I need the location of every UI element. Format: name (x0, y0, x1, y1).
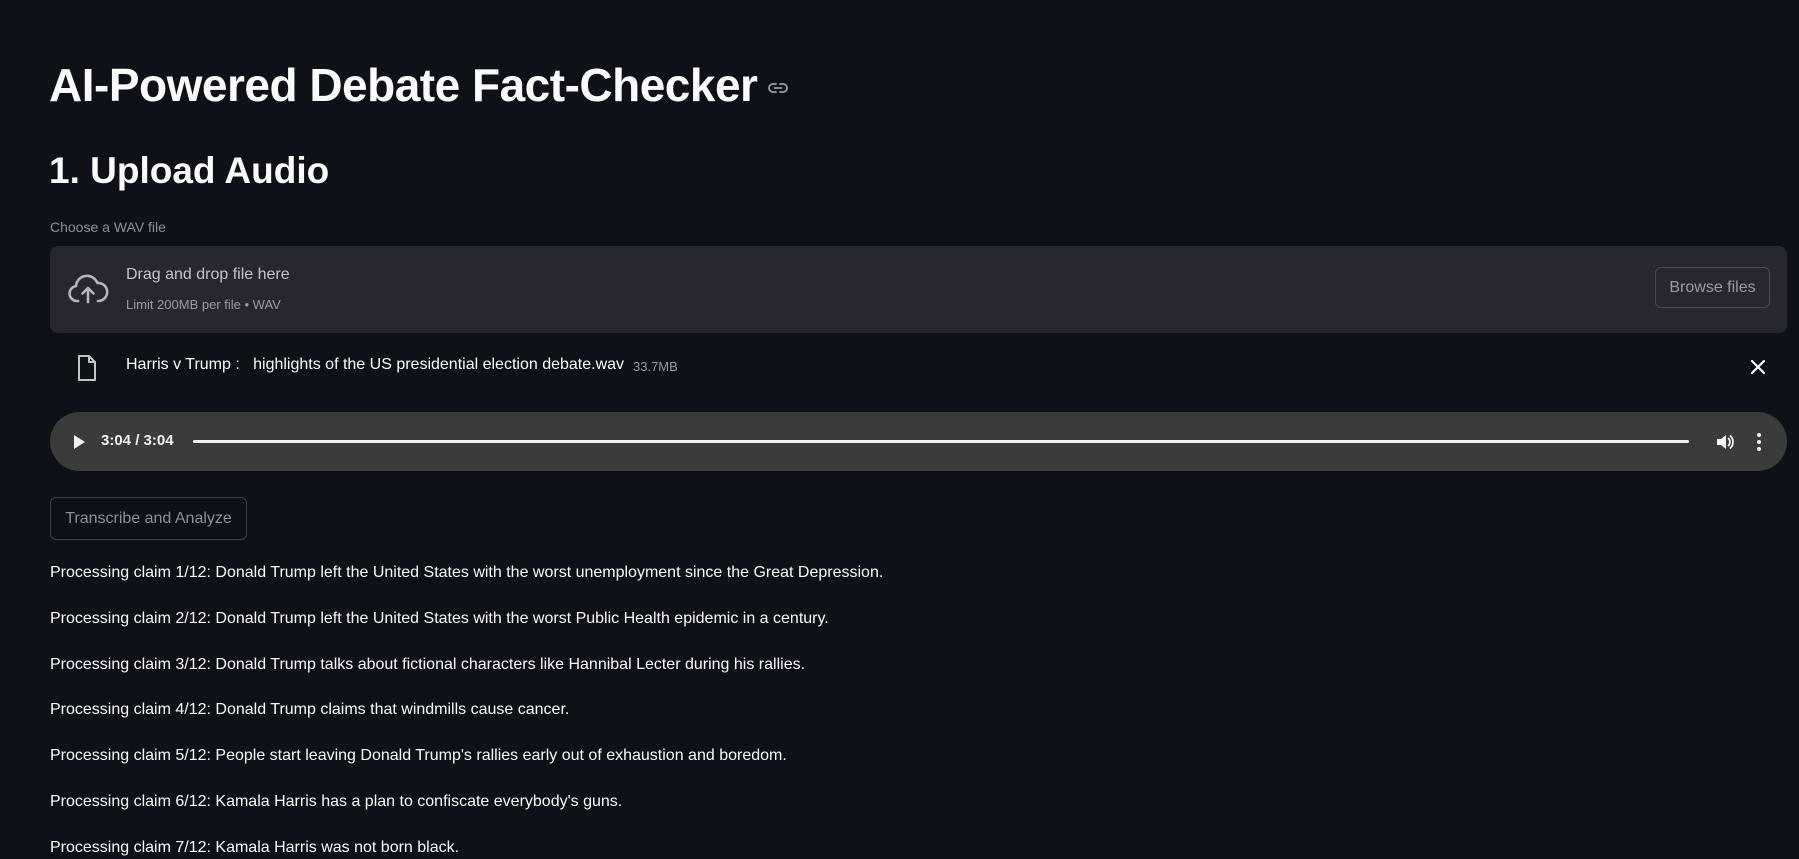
dropzone-instruction: Drag and drop file here (126, 266, 290, 283)
link-icon[interactable] (767, 77, 789, 99)
audio-player[interactable]: 3:04 / 3:04 (50, 412, 1787, 471)
transcribe-analyze-button[interactable]: Transcribe and Analyze (50, 497, 247, 540)
play-icon[interactable] (72, 434, 86, 450)
cloud-upload-icon (67, 272, 109, 306)
claim-item: Processing claim 4/12: Donald Trump clai… (50, 701, 570, 719)
uploaded-file-row: Harris v Trump : highlights of the US pr… (50, 346, 1787, 388)
uploaded-file-name: Harris v Trump : highlights of the US pr… (126, 356, 625, 373)
more-vertical-icon[interactable] (1756, 432, 1762, 452)
file-uploader-label: Choose a WAV file (50, 219, 166, 235)
section-heading-upload: 1. Upload Audio (49, 150, 330, 191)
dropzone-limit: Limit 200MB per file • WAV (126, 297, 281, 312)
audio-time: 3:04 / 3:04 (101, 432, 174, 449)
uploaded-file-size: 33.7MB (633, 359, 678, 374)
claim-item: Processing claim 1/12: Donald Trump left… (50, 564, 884, 581)
audio-progress-fill (193, 440, 1689, 443)
close-icon[interactable] (1749, 358, 1767, 376)
file-icon (76, 354, 98, 382)
claims-list: Processing claim 1/12: Donald Trump left… (50, 562, 883, 859)
app-page: AI-Powered Debate Fact-Checker 1. Upload… (0, 0, 1799, 859)
claim-item: Processing claim 7/12: Kamala Harris was… (50, 838, 460, 856)
volume-icon[interactable] (1715, 432, 1735, 452)
audio-seek-bar[interactable] (193, 440, 1689, 443)
file-dropzone[interactable]: Drag and drop file here Limit 200MB per … (50, 246, 1787, 333)
claim-item: Processing claim 3/12: Donald Trump talk… (50, 655, 806, 673)
page-title: AI-Powered Debate Fact-Checker (49, 59, 758, 111)
title-row: AI-Powered Debate Fact-Checker (49, 58, 789, 112)
browse-files-button[interactable]: Browse files (1655, 267, 1770, 308)
claim-item: Processing claim 5/12: People start leav… (50, 747, 787, 765)
claim-item: Processing claim 6/12: Kamala Harris has… (50, 792, 623, 810)
claim-item: Processing claim 2/12: Donald Trump left… (50, 609, 829, 627)
